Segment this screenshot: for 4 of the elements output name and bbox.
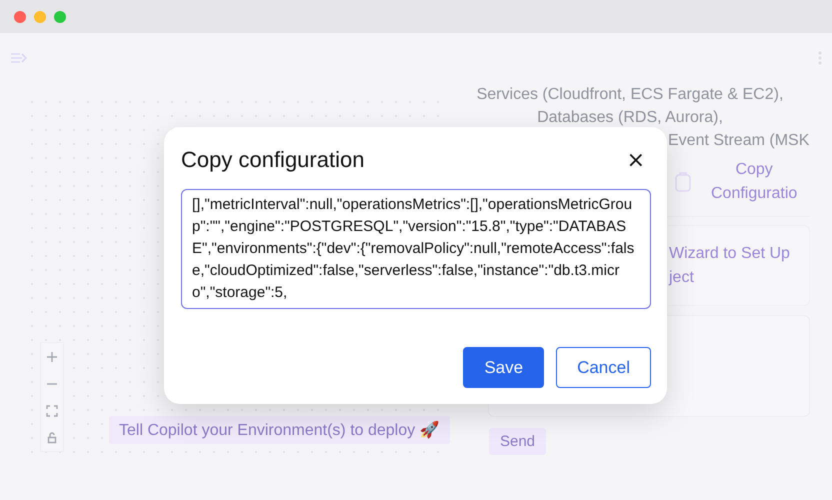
service-summary-line: Databases (RDS, Aurora), xyxy=(536,108,724,128)
service-summary-line: Event Stream (MSK xyxy=(668,131,810,151)
service-summary-line: Services (Cloudfront, ECS Fargate & EC2), xyxy=(476,85,784,105)
dialog-title: Copy configuration xyxy=(181,147,364,173)
